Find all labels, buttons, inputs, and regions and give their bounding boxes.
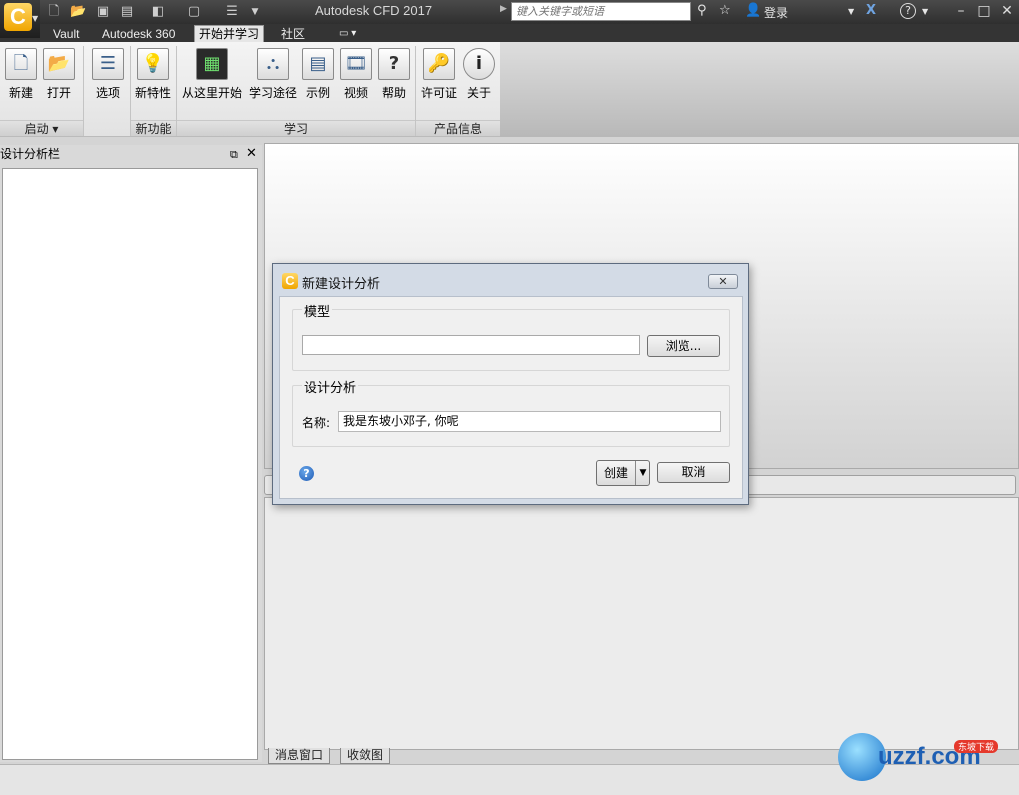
- about-button[interactable]: i 关于: [462, 48, 496, 101]
- lightbulb-icon: 💡: [137, 48, 169, 80]
- open-folder-icon: 📂: [43, 48, 75, 80]
- new-design-study-dialog: C 新建设计分析 ✕ 模型 浏览... 设计分析 名称: 我是东坡小邓子, 你呢…: [272, 263, 749, 505]
- video-button[interactable]: 🎞 视频: [339, 48, 373, 101]
- group-label-new-features: 新功能: [131, 120, 176, 136]
- tab-start-learn[interactable]: 开始并学习: [194, 25, 265, 43]
- help-ribbon-label: 帮助: [381, 86, 406, 100]
- open-folder-icon[interactable]: 📂: [70, 4, 86, 20]
- help-ribbon-button[interactable]: ? 帮助: [377, 48, 411, 101]
- design-study-group-label: 设计分析: [302, 377, 359, 396]
- qat-dropdown-icon[interactable]: ▼: [247, 4, 263, 20]
- tab-message-window[interactable]: 消息窗口: [268, 748, 331, 764]
- name-input[interactable]: 我是东坡小邓子, 你呢: [338, 411, 721, 432]
- tab-community[interactable]: 社区: [277, 26, 309, 42]
- close-panel-icon[interactable]: ✕: [246, 146, 257, 161]
- options-list-icon: ☰: [92, 48, 124, 80]
- tab-convergence-plot[interactable]: 收敛图: [340, 748, 391, 764]
- help-dropdown-icon[interactable]: ▼: [922, 7, 928, 16]
- window-title: Autodesk CFD 2017: [315, 3, 433, 18]
- ribbon-display-toggle-icon[interactable]: ▭ ▾: [335, 26, 360, 42]
- model-group-label: 模型: [302, 301, 333, 320]
- video-label: 视频: [343, 86, 368, 100]
- application-menu-button[interactable]: C ▼: [0, 0, 40, 38]
- float-panel-icon[interactable]: ⧉: [230, 148, 238, 162]
- autodesk-cfd-logo-icon: C: [4, 3, 32, 31]
- exchange-apps-icon[interactable]: X: [866, 3, 876, 18]
- ribbon-empty-area: [500, 42, 1019, 137]
- dialog-title: 新建设计分析: [302, 277, 381, 292]
- start-here-button[interactable]: ▦ 从这里开始: [180, 48, 244, 101]
- options-button-label: 选项: [95, 86, 120, 100]
- create-button-label[interactable]: 创建: [597, 461, 636, 485]
- video-icon: 🎞: [340, 48, 372, 80]
- start-here-label: 从这里开始: [181, 86, 242, 100]
- search-expand-icon[interactable]: ▶: [500, 4, 507, 14]
- key-icon: 🔑: [423, 48, 455, 80]
- save-icon[interactable]: ▣: [95, 4, 111, 20]
- close-button[interactable]: ✕: [996, 1, 1018, 21]
- info-icon: i: [463, 48, 495, 80]
- help-icon[interactable]: ?: [299, 466, 314, 481]
- options-button[interactable]: ☰ 选项: [91, 48, 125, 101]
- design-study-tree[interactable]: [2, 168, 258, 760]
- start-here-icon: ▦: [196, 48, 228, 80]
- license-button[interactable]: 🔑 许可证: [419, 48, 459, 101]
- open-button[interactable]: 📂 打开: [42, 48, 76, 101]
- minimize-button[interactable]: –: [950, 1, 972, 21]
- examples-icon: ▤: [302, 48, 334, 80]
- star-icon[interactable]: ☆: [719, 3, 731, 18]
- cube2-icon[interactable]: ▢: [186, 4, 202, 20]
- binoculars-icon[interactable]: ⚲: [697, 3, 707, 18]
- about-label: 关于: [466, 86, 491, 100]
- message-window[interactable]: [264, 497, 1019, 750]
- chevron-down-icon: ▼: [32, 14, 39, 23]
- browse-button[interactable]: 浏览...: [647, 335, 720, 357]
- group-label-product-info: 产品信息: [416, 120, 500, 136]
- tab-autodesk-360[interactable]: Autodesk 360: [98, 26, 179, 42]
- new-file-icon[interactable]: 🗋: [46, 4, 62, 20]
- learning-path-button[interactable]: ⛬ 学习途径: [247, 48, 299, 101]
- name-label: 名称:: [302, 416, 331, 430]
- model-path-input[interactable]: [302, 335, 640, 355]
- tab-vault[interactable]: Vault: [49, 26, 83, 42]
- learning-path-icon: ⛬: [257, 48, 289, 80]
- new-button-label: 新建: [8, 86, 33, 100]
- dialog-close-button[interactable]: ✕: [708, 274, 738, 289]
- user-icon[interactable]: 👤: [745, 3, 761, 18]
- learning-path-label: 学习途径: [248, 86, 297, 100]
- options-icon[interactable]: ☰: [224, 4, 240, 20]
- new-button[interactable]: 🗋 新建: [4, 48, 38, 101]
- group-label-learn: 学习: [177, 120, 415, 136]
- license-label: 许可证: [420, 86, 457, 100]
- group-separator: [83, 46, 84, 136]
- design-study-bar-title: 设计分析栏: [0, 147, 61, 161]
- group-label-launch[interactable]: 启动 ▾: [0, 120, 83, 136]
- search-input[interactable]: [511, 2, 691, 21]
- help-icon: ?: [378, 48, 410, 80]
- new-document-icon: 🗋: [5, 48, 37, 80]
- login-link[interactable]: 登录: [764, 4, 788, 21]
- examples-button[interactable]: ▤ 示例: [301, 48, 335, 101]
- login-dropdown-icon[interactable]: ▼: [848, 7, 854, 16]
- chevron-down-icon[interactable]: ▼: [637, 461, 649, 485]
- help-button[interactable]: ?: [900, 3, 916, 19]
- open-button-label: 打开: [46, 86, 71, 100]
- whats-new-button[interactable]: 💡 新特性: [134, 48, 172, 101]
- dialog-body: 模型 浏览... 设计分析 名称: 我是东坡小邓子, 你呢 ? 创建 ▼ 取消: [279, 296, 743, 499]
- save-as-icon[interactable]: ▤: [119, 4, 135, 20]
- whats-new-label: 新特性: [134, 86, 171, 100]
- autodesk-cfd-small-icon: C: [282, 273, 298, 289]
- create-split-button[interactable]: 创建 ▼: [596, 460, 650, 486]
- maximize-button[interactable]: □: [973, 1, 995, 21]
- cancel-button[interactable]: 取消: [657, 462, 730, 483]
- watermark-badge: 东坡下载: [954, 740, 999, 753]
- examples-label: 示例: [305, 86, 330, 100]
- cube-icon[interactable]: ◧: [150, 4, 166, 20]
